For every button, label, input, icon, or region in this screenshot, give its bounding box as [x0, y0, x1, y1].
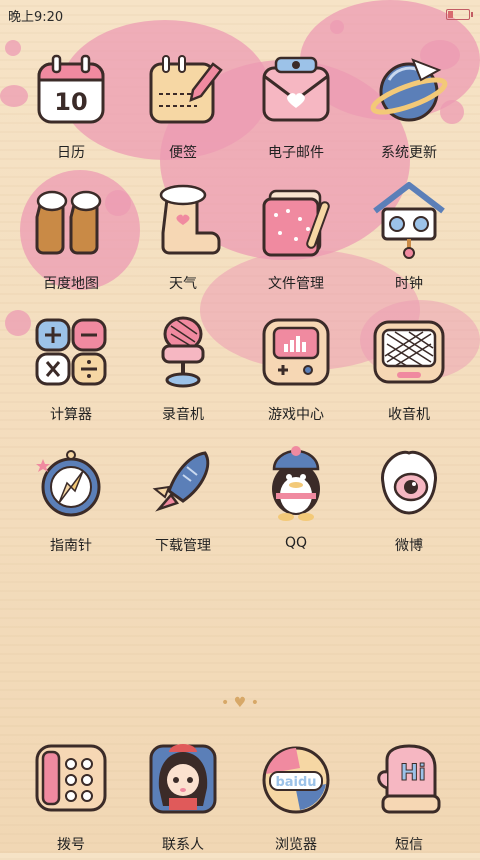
dock-app-messages[interactable]: Hi 短信 [354, 740, 464, 860]
app-label: 便签 [169, 145, 197, 161]
app-weibo[interactable]: 微博 [354, 443, 464, 563]
app-label: 日历 [57, 145, 85, 161]
app-email[interactable]: 电子邮件 [241, 50, 351, 170]
boots-icon [35, 190, 102, 255]
eye-icon [381, 450, 437, 515]
app-qq[interactable]: QQ [241, 443, 351, 563]
calculator-icon [35, 318, 107, 386]
app-label: 录音机 [162, 407, 204, 423]
app-label: 系统更新 [381, 145, 437, 161]
battery-level [448, 11, 453, 18]
app-calculator[interactable]: 计算器 [16, 312, 126, 432]
app-system-update[interactable]: 系统更新 [354, 50, 464, 170]
app-label: 文件管理 [268, 276, 324, 292]
app-label: 微博 [395, 538, 423, 554]
birdhouse-icon [373, 182, 445, 259]
app-label: 时钟 [395, 276, 423, 292]
calendar-icon: 10 [37, 54, 105, 124]
notepad-icon [149, 55, 223, 124]
app-label: 计算器 [50, 407, 92, 423]
app-label: 收音机 [388, 407, 430, 423]
app-weather[interactable]: 天气 [128, 181, 238, 301]
app-label: 指南针 [50, 538, 92, 554]
dock-app-browser[interactable]: baidu 浏览器 [241, 740, 351, 860]
battery-icon [446, 9, 473, 20]
browser-ball-icon: baidu [262, 746, 330, 814]
folder-icon [262, 189, 330, 257]
app-label: 联系人 [162, 837, 204, 853]
microphone-icon [161, 316, 205, 388]
dock: 拨号 联系人 baidu 浏览器 Hi 短信 [0, 740, 480, 853]
contact-girl-icon [149, 744, 217, 814]
app-notes[interactable]: 便签 [128, 50, 238, 170]
app-label: 天气 [169, 276, 197, 292]
app-radio[interactable]: 收音机 [354, 312, 464, 432]
app-label: 游戏中心 [268, 407, 324, 423]
app-compass[interactable]: 指南针 [16, 443, 126, 563]
app-label: 浏览器 [275, 837, 317, 853]
app-label: 拨号 [57, 837, 85, 853]
app-label: 短信 [395, 837, 423, 853]
app-file-manager[interactable]: 文件管理 [241, 181, 351, 301]
app-recorder[interactable]: 录音机 [128, 312, 238, 432]
penguin-icon [272, 446, 320, 521]
dock-app-contacts[interactable]: 联系人 [128, 740, 238, 860]
browser-baidu-text: baidu [275, 775, 316, 790]
rocket-icon [152, 451, 210, 512]
calendar-date: 10 [54, 88, 87, 116]
app-label: QQ [284, 535, 308, 551]
mitten-icon: Hi [377, 744, 441, 814]
app-label: 电子邮件 [268, 145, 324, 161]
compass-icon [36, 450, 101, 517]
app-label: 下载管理 [155, 538, 211, 554]
telephone-icon [35, 744, 107, 812]
radio-icon [373, 320, 445, 384]
mitten-hi-text: Hi [400, 761, 426, 786]
app-game-center[interactable]: 游戏中心 [241, 312, 351, 432]
dock-app-dialer[interactable]: 拨号 [16, 740, 126, 860]
status-time: 晚上9:20 [8, 10, 64, 25]
planet-icon [370, 58, 448, 122]
boot-icon [159, 184, 221, 255]
envelope-icon [262, 56, 330, 122]
app-calendar[interactable]: 10 日历 [16, 50, 126, 170]
app-download-manager[interactable]: 下载管理 [128, 443, 238, 563]
page-indicator: • ♥ • [221, 695, 259, 711]
app-clock[interactable]: 时钟 [354, 181, 464, 301]
app-baidu-map[interactable]: 百度地图 [16, 181, 126, 301]
app-label: 百度地图 [43, 276, 99, 292]
status-bar: 晚上9:20 [0, 0, 480, 28]
game-console-icon [262, 318, 330, 386]
